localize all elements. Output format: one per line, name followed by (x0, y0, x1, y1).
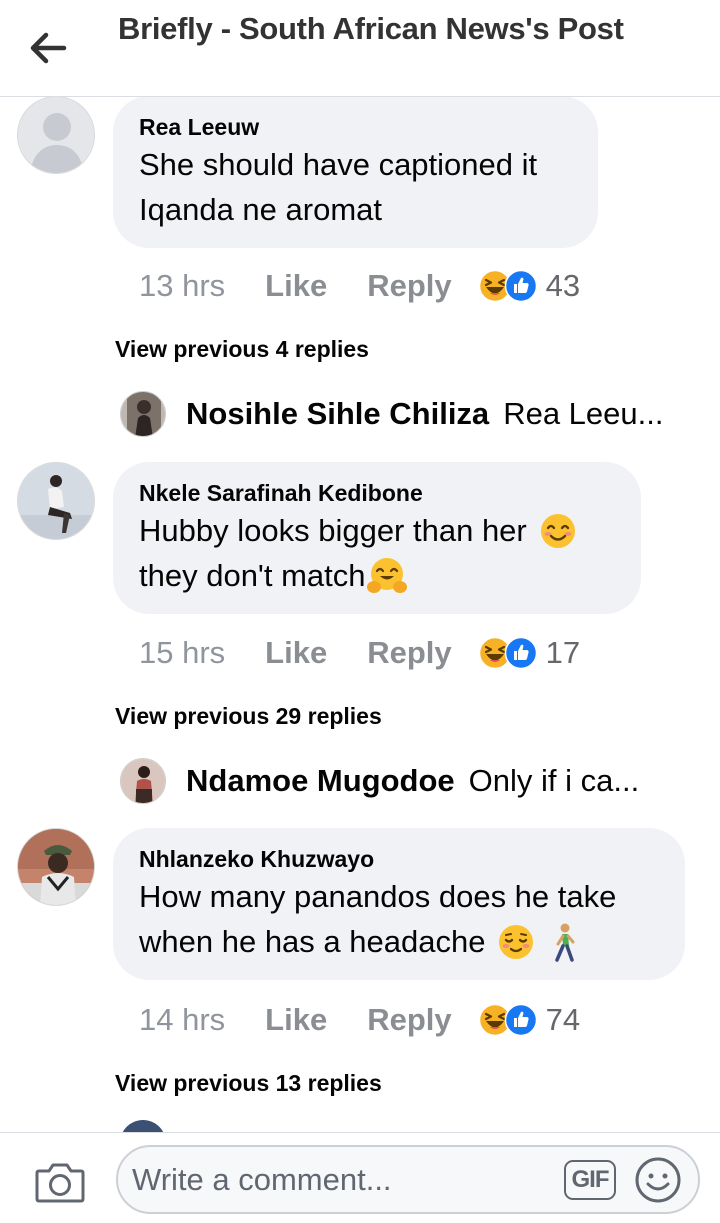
reaction-summary[interactable]: 74 (478, 1002, 580, 1038)
comment-text-line: when he has a headache (139, 924, 486, 959)
like-reaction-icon (504, 269, 537, 303)
avatar[interactable] (17, 462, 95, 540)
comment-author[interactable]: Nkele Sarafinah Kedibone (139, 478, 615, 508)
comment-author[interactable]: Nhlanzeko Khuzwayo (139, 844, 659, 874)
comment-text: Iqanda ne aromat (139, 192, 383, 227)
comment-timestamp: 13 hrs (139, 268, 226, 303)
comment-timestamp: 14 hrs (139, 1002, 226, 1037)
comment-text-line: they don't match (139, 558, 366, 593)
reply-button[interactable]: Reply (367, 268, 451, 304)
reply-author: Nosihle Sihle Chiliza (186, 396, 490, 431)
avatar[interactable] (17, 96, 95, 174)
profile-photo-icon (18, 829, 94, 905)
view-previous-replies-link[interactable]: View previous 29 replies (115, 701, 382, 731)
comment-actions: 13 hrs Like Reply 43 (139, 266, 580, 306)
comment-timestamp: 15 hrs (139, 635, 226, 670)
comment-bubble[interactable]: Nhlanzeko Khuzwayo How many panandos doe… (113, 828, 685, 980)
person-walking-emoji-icon (555, 923, 575, 962)
view-previous-replies-link[interactable]: View previous 4 replies (115, 334, 369, 364)
comment-actions: 15 hrs Like Reply 17 (139, 633, 580, 673)
reaction-count: 74 (545, 1002, 581, 1037)
camera-button[interactable] (34, 1159, 86, 1205)
emoji-button[interactable] (632, 1154, 684, 1206)
comment-bubble[interactable]: Rea Leeuw She should have captioned it I… (113, 96, 598, 248)
like-button[interactable]: Like (265, 635, 327, 671)
reply-button[interactable]: Reply (367, 1002, 451, 1038)
comment-input-field[interactable]: GIF (116, 1145, 700, 1214)
reply-snippet: Rea Leeu... (503, 396, 664, 431)
reply-preview[interactable]: Nosihle Sihle Chiliza Rea Leeu... (120, 389, 663, 439)
comment-author[interactable]: Rea Leeuw (139, 112, 572, 142)
relieved-face-emoji-icon (499, 924, 534, 959)
comment-actions: 14 hrs Like Reply 74 (139, 1000, 580, 1040)
like-button[interactable]: Like (265, 268, 327, 304)
avatar (120, 391, 166, 437)
comment-text-line: Hubby looks bigger than her (139, 513, 527, 548)
reaction-summary[interactable]: 17 (478, 635, 580, 671)
page-title: Briefly - South African News's Post (118, 11, 624, 46)
reaction-summary[interactable]: 43 (478, 268, 580, 304)
comment-composer: GIF (0, 1132, 720, 1223)
avatar[interactable] (17, 828, 95, 906)
smiling-face-emoji-icon (540, 513, 575, 548)
smiley-icon (635, 1157, 681, 1203)
view-previous-replies-link[interactable]: View previous 13 replies (115, 1068, 382, 1098)
reply-author: Ndamoe Mugodoe (186, 763, 455, 798)
avatar (120, 758, 166, 804)
reaction-count: 17 (545, 635, 581, 670)
comment-bubble[interactable]: Nkele Sarafinah Kedibone Hubby looks big… (113, 462, 641, 614)
comment-input[interactable] (132, 1147, 552, 1212)
profile-photo-icon (121, 392, 165, 436)
comment-text: How many panandos does he take (139, 879, 617, 914)
hugging-face-emoji-icon (366, 557, 407, 593)
arrow-left-icon (30, 32, 67, 64)
comment-text: She should have captioned it (139, 147, 538, 182)
reply-snippet: Only if i ca... (468, 763, 640, 798)
like-reaction-icon (504, 1003, 537, 1037)
back-button[interactable] (24, 24, 72, 72)
top-bar: Briefly - South African News's Post (0, 0, 720, 97)
default-avatar-icon (18, 97, 94, 173)
gif-button[interactable]: GIF (564, 1160, 616, 1200)
reply-preview[interactable]: Ndamoe Mugodoe Only if i ca... (120, 756, 639, 806)
like-button[interactable]: Like (265, 1002, 327, 1038)
reaction-count: 43 (545, 268, 581, 303)
profile-photo-icon (18, 463, 94, 539)
comment-text: they don't match (139, 553, 615, 598)
camera-icon (35, 1163, 85, 1203)
comment-text: Hubby looks bigger than her (139, 508, 615, 553)
reply-button[interactable]: Reply (367, 635, 451, 671)
like-reaction-icon (504, 636, 537, 670)
comment-text: when he has a headache (139, 919, 659, 964)
profile-photo-icon (121, 759, 165, 803)
